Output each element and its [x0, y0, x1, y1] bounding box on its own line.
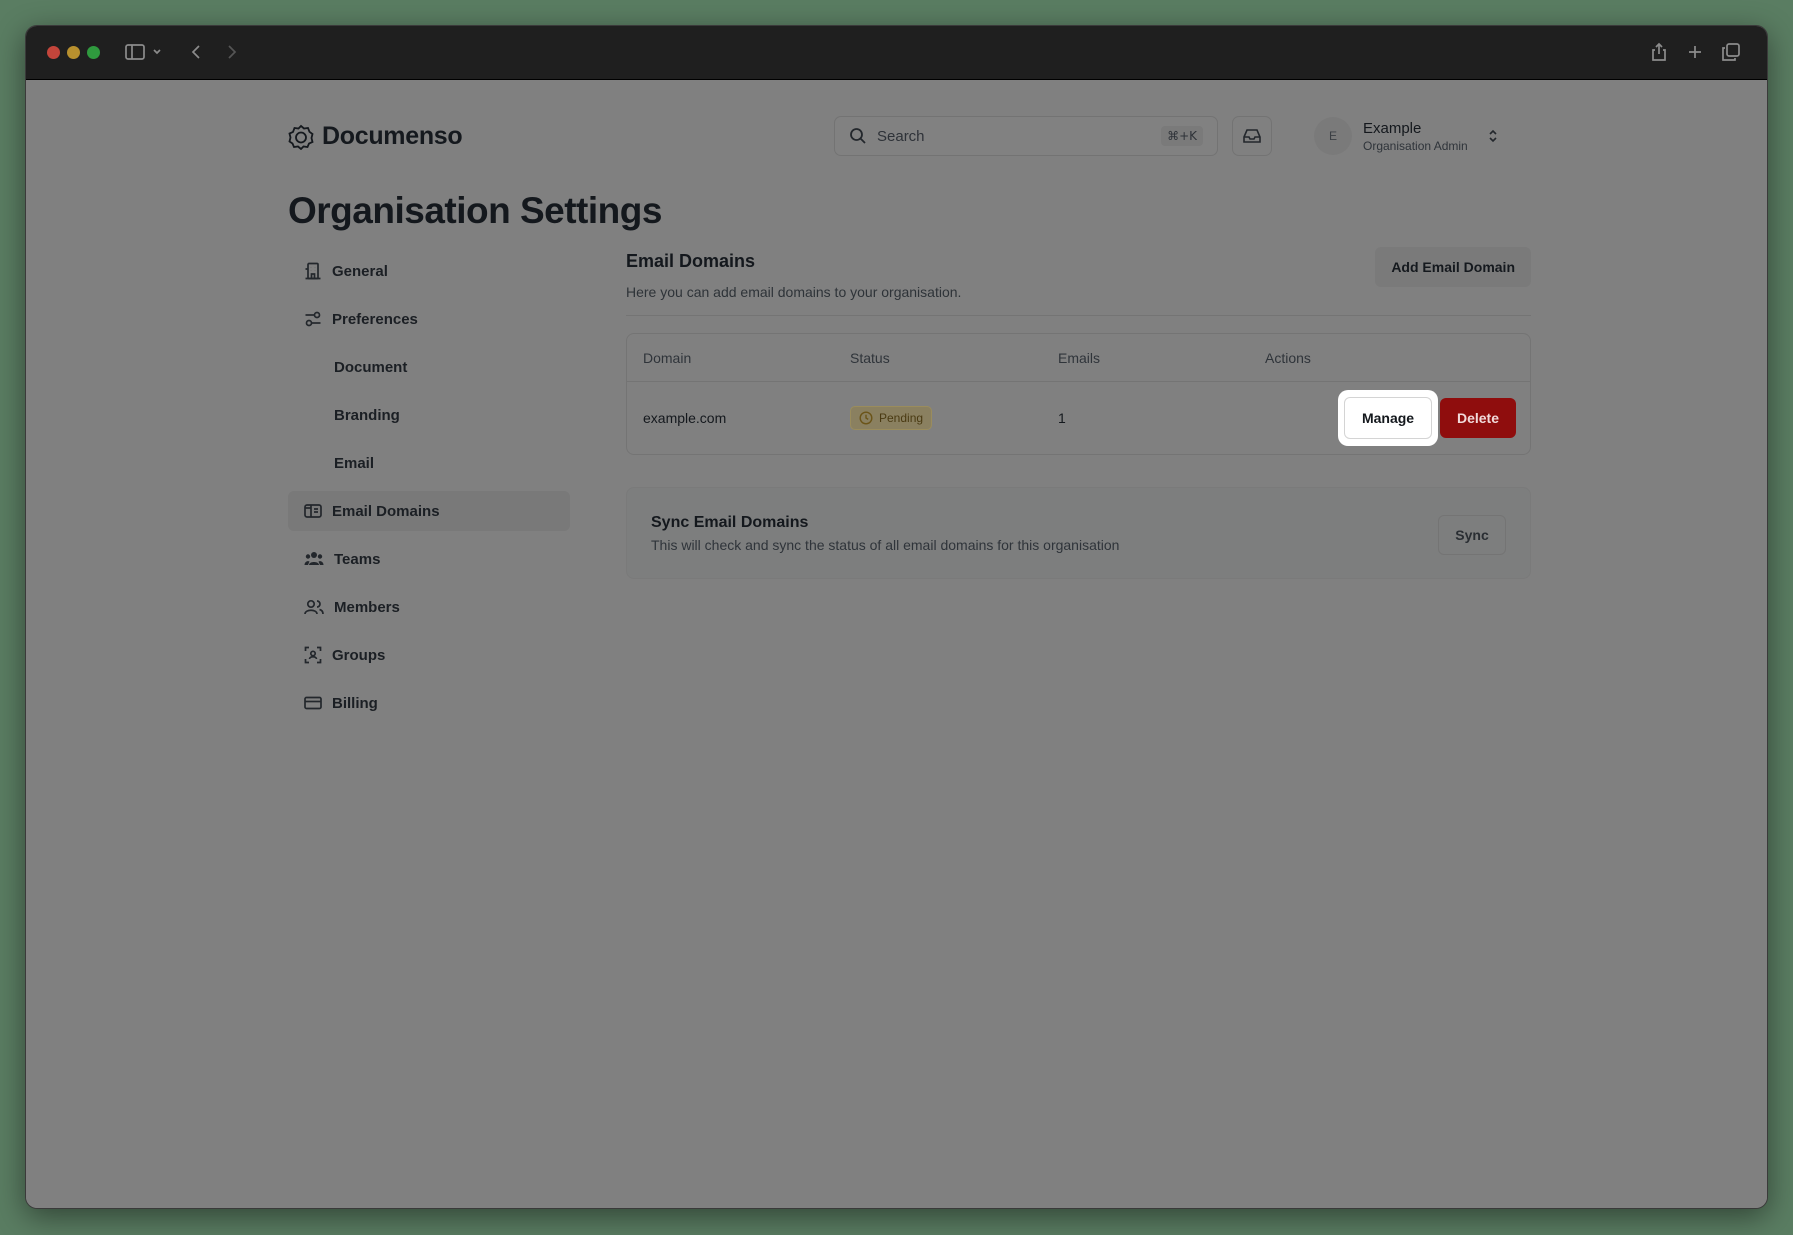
- search-icon: [850, 128, 866, 144]
- search-input[interactable]: Search ⌘+K: [834, 116, 1218, 156]
- column-header-emails: Emails: [1058, 349, 1101, 366]
- status-label: Pending: [879, 411, 924, 425]
- documenso-logo-icon: [288, 124, 314, 150]
- delete-button[interactable]: Delete: [1440, 398, 1516, 438]
- add-email-domain-button[interactable]: Add Email Domain: [1375, 247, 1531, 287]
- domain-cell: example.com: [643, 410, 727, 426]
- sidebar-item-document[interactable]: Document: [288, 347, 570, 387]
- sidebar-item-label: General: [332, 262, 388, 280]
- share-icon[interactable]: [1649, 40, 1669, 64]
- sync-description: This will check and sync the status of a…: [651, 537, 1120, 553]
- building-icon: [305, 262, 321, 280]
- browser-window: Documenso Search ⌘+K E Example Organisat…: [25, 25, 1768, 1209]
- chevron-up-down-icon: [1489, 129, 1497, 143]
- sync-card: Sync Email Domains This will check and s…: [626, 487, 1531, 579]
- sidebar-item-label: Email Domains: [332, 502, 440, 520]
- sidebar-item-email[interactable]: Email: [288, 443, 570, 483]
- users-solid-icon: [304, 552, 324, 565]
- sidebar-item-label: Groups: [332, 646, 386, 664]
- sidebar-item-label: Document: [334, 358, 408, 376]
- page-content: Documenso Search ⌘+K E Example Organisat…: [26, 80, 1767, 1208]
- minimize-window-button[interactable]: [67, 46, 80, 59]
- sidebar-item-groups[interactable]: Groups: [288, 635, 570, 675]
- manage-button-highlight: Manage: [1338, 390, 1438, 446]
- sidebar-item-label: Members: [334, 598, 400, 616]
- group-scan-icon: [304, 646, 322, 664]
- maximize-window-button[interactable]: [87, 46, 100, 59]
- email-domains-section: Email Domains Here you can add email dom…: [626, 247, 1531, 579]
- table-header: Domain Status Emails Actions: [627, 334, 1530, 382]
- brand-logo[interactable]: Documenso: [288, 122, 463, 151]
- sidebar-item-general[interactable]: General: [288, 251, 570, 291]
- sidebar-item-members[interactable]: Members: [288, 587, 570, 627]
- mail-card-icon: [304, 504, 322, 518]
- avatar: E: [1314, 117, 1352, 155]
- new-tab-icon[interactable]: [1685, 40, 1705, 64]
- tab-overview-icon[interactable]: [1720, 40, 1742, 64]
- sidebar-item-label: Teams: [334, 550, 381, 568]
- sidebar-item-preferences[interactable]: Preferences: [288, 299, 570, 339]
- column-header-domain: Domain: [643, 349, 692, 366]
- users-icon: [304, 599, 324, 615]
- clock-icon: [859, 411, 873, 425]
- account-switcher[interactable]: E Example Organisation Admin: [1314, 117, 1499, 155]
- page-title: Organisation Settings: [288, 190, 662, 231]
- email-domains-table: Domain Status Emails Actions example.com…: [626, 333, 1531, 455]
- emails-count-cell: 1: [1058, 410, 1066, 426]
- table-row: example.com Pending 1 Manage Delete: [627, 382, 1530, 454]
- account-name: Example: [1363, 119, 1422, 137]
- close-window-button[interactable]: [47, 46, 60, 59]
- sidebar-item-label: Email: [334, 454, 375, 472]
- back-icon[interactable]: [186, 40, 206, 64]
- divider: [626, 315, 1531, 316]
- sidebar-item-email-domains[interactable]: Email Domains: [288, 491, 570, 531]
- sidebar-item-label: Branding: [334, 406, 400, 424]
- account-role: Organisation Admin: [1363, 138, 1468, 153]
- sidebar-item-branding[interactable]: Branding: [288, 395, 570, 435]
- sidebar-toggle-icon[interactable]: [123, 40, 147, 64]
- sync-button[interactable]: Sync: [1438, 515, 1506, 555]
- chevron-down-icon[interactable]: [150, 40, 164, 64]
- forward-icon[interactable]: [222, 40, 242, 64]
- inbox-icon: [1243, 129, 1261, 143]
- sidebar-item-billing[interactable]: Billing: [288, 683, 570, 723]
- browser-toolbar: [26, 26, 1767, 80]
- column-header-actions: Actions: [1265, 349, 1311, 366]
- sidebar-item-label: Billing: [332, 694, 378, 712]
- credit-card-icon: [304, 696, 322, 710]
- sliders-icon: [305, 311, 321, 327]
- manage-button[interactable]: Manage: [1344, 397, 1432, 439]
- search-shortcut: ⌘+K: [1161, 126, 1203, 146]
- inbox-button[interactable]: [1232, 116, 1272, 156]
- settings-sidebar: General Preferences Document Branding Em…: [288, 251, 570, 731]
- sidebar-item-teams[interactable]: Teams: [288, 539, 570, 579]
- search-placeholder: Search: [877, 127, 925, 145]
- brand-name: Documenso: [322, 122, 463, 150]
- sidebar-item-label: Preferences: [332, 310, 418, 328]
- column-header-status: Status: [850, 349, 890, 366]
- sync-title: Sync Email Domains: [651, 514, 809, 531]
- status-badge: Pending: [850, 406, 933, 430]
